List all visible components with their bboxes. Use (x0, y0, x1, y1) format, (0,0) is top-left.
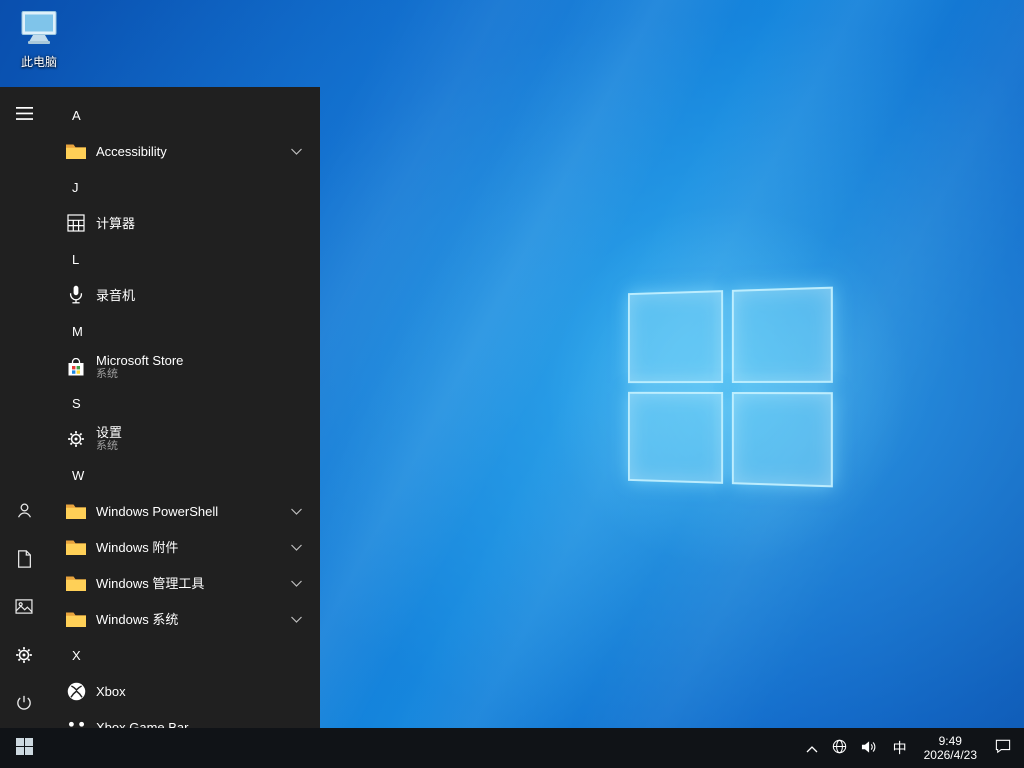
start-menu: AAccessibilityJ计算器L录音机MMicrosoft Store系统… (0, 87, 320, 728)
app-label: Accessibility (96, 144, 167, 159)
desktop-icon-this-pc[interactable]: 此电脑 (8, 10, 70, 70)
user-icon (15, 501, 34, 523)
microphone-icon (58, 279, 94, 311)
clock-button[interactable]: 9:49 2026/4/23 (916, 728, 985, 768)
app-label: Xbox (96, 684, 126, 699)
start-menu-app[interactable]: 计算器 (48, 205, 320, 241)
start-menu-app[interactable]: 设置系统 (48, 421, 320, 457)
start-menu-app[interactable]: Xbox (48, 673, 320, 709)
start-menu-app-list: AAccessibilityJ计算器L录音机MMicrosoft Store系统… (48, 87, 320, 728)
gear-icon (58, 423, 94, 455)
power-icon (15, 694, 33, 715)
logo-pane-top-right (731, 287, 832, 383)
start-menu-folder[interactable]: Windows 系统 (48, 601, 320, 637)
start-button[interactable] (0, 728, 48, 768)
app-label: 计算器 (96, 216, 135, 231)
expand-menu-button[interactable] (0, 91, 48, 139)
app-index-letter[interactable]: J (48, 169, 320, 205)
start-menu-rail (0, 87, 48, 728)
wallpaper-windows-logo (610, 278, 844, 496)
app-label: Microsoft Store (96, 353, 183, 368)
app-index-letter[interactable]: M (48, 313, 320, 349)
desktop-icon-label: 此电脑 (8, 53, 70, 70)
windows-logo-icon (16, 738, 33, 758)
settings-button[interactable] (0, 632, 48, 680)
speaker-icon (861, 740, 877, 757)
clock-date: 2026/4/23 (924, 748, 977, 762)
app-label: Windows PowerShell (96, 504, 218, 519)
documents-button[interactable] (0, 536, 48, 584)
chevron-down-icon (291, 616, 302, 623)
app-index-letter[interactable]: A (48, 97, 320, 133)
start-menu-folder[interactable]: Windows 附件 (48, 529, 320, 565)
desktop: 此电脑 AAccessibilityJ计算器L录音机MMicrosoft Sto… (0, 0, 1024, 768)
xbox-gamebar-icon (58, 711, 94, 728)
network-tray-button[interactable] (825, 728, 854, 768)
chevron-down-icon (291, 580, 302, 587)
document-icon (17, 550, 32, 571)
account-button[interactable] (0, 488, 48, 536)
app-label: 录音机 (96, 288, 135, 303)
app-index-letter[interactable]: W (48, 457, 320, 493)
gear-icon (15, 646, 33, 667)
power-button[interactable] (0, 680, 48, 728)
store-icon (58, 351, 94, 383)
action-center-button[interactable] (985, 728, 1024, 768)
app-sublabel: 系统 (96, 440, 122, 453)
pictures-button[interactable] (0, 584, 48, 632)
app-label: Xbox Game Bar (96, 720, 189, 729)
taskbar: 中 9:49 2026/4/23 (0, 728, 1024, 768)
app-index-letter[interactable]: X (48, 637, 320, 673)
globe-icon (832, 739, 847, 757)
folder-icon (58, 567, 94, 599)
hamburger-icon (16, 107, 33, 123)
system-tray: 中 9:49 2026/4/23 (799, 728, 1024, 768)
picture-icon (15, 599, 33, 617)
rail-spacer (0, 139, 48, 488)
folder-icon (58, 495, 94, 527)
computer-monitor-icon (18, 33, 60, 50)
app-sublabel: 系统 (96, 368, 183, 381)
app-label: 设置 (96, 425, 122, 440)
chevron-down-icon (291, 544, 302, 551)
app-label: Windows 系统 (96, 612, 178, 627)
chevron-down-icon (291, 148, 302, 155)
folder-icon (58, 603, 94, 635)
start-menu-folder[interactable]: Windows PowerShell (48, 493, 320, 529)
start-menu-folder[interactable]: Accessibility (48, 133, 320, 169)
chevron-down-icon (291, 508, 302, 515)
chevron-up-icon (806, 741, 818, 756)
folder-icon (58, 135, 94, 167)
clock-time: 9:49 (939, 734, 962, 748)
ime-indicator: 中 (893, 738, 907, 758)
app-label: Windows 附件 (96, 540, 178, 555)
logo-pane-bottom-left (628, 391, 723, 484)
logo-pane-top-left (628, 290, 723, 383)
volume-tray-button[interactable] (854, 728, 884, 768)
start-menu-app[interactable]: 录音机 (48, 277, 320, 313)
action-center-icon (995, 739, 1011, 757)
start-menu-app[interactable]: Xbox Game Bar (48, 709, 320, 728)
app-label: Windows 管理工具 (96, 576, 204, 591)
start-menu-app[interactable]: Microsoft Store系统 (48, 349, 320, 385)
app-index-letter[interactable]: L (48, 241, 320, 277)
calculator-icon (58, 207, 94, 239)
start-menu-folder[interactable]: Windows 管理工具 (48, 565, 320, 601)
show-hidden-icons-button[interactable] (799, 728, 825, 768)
folder-icon (58, 531, 94, 563)
ime-indicator-button[interactable]: 中 (884, 728, 916, 768)
logo-pane-bottom-right (731, 392, 832, 488)
app-index-letter[interactable]: S (48, 385, 320, 421)
xbox-icon (58, 675, 94, 707)
